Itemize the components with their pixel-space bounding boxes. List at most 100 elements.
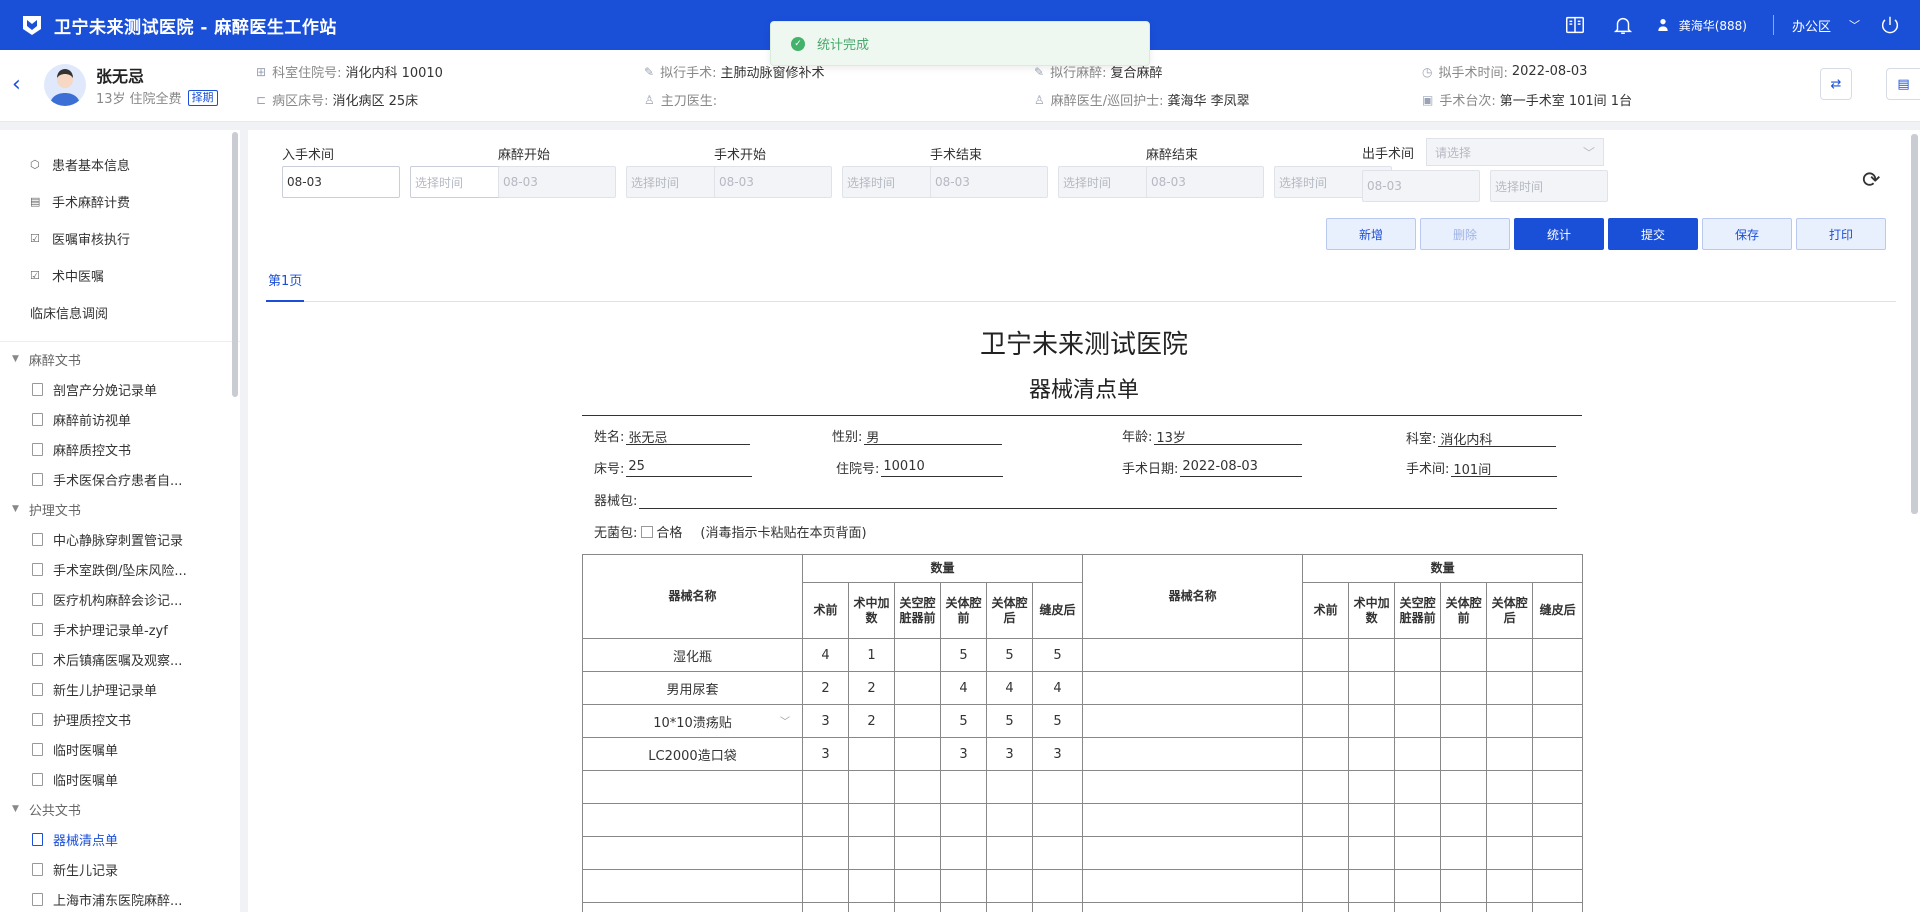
qty-cell[interactable] (1532, 671, 1584, 705)
qty-cell[interactable] (1532, 638, 1584, 672)
instrument-name-cell[interactable]: LC2000造口袋 (582, 737, 803, 771)
instrument-name-cell[interactable]: 湿化瓶 (582, 638, 803, 672)
qty-cell[interactable] (986, 869, 1033, 903)
qty-cell[interactable] (1532, 902, 1584, 912)
qty-cell[interactable] (894, 737, 941, 771)
sidebar-doc-item[interactable]: 手术医保合疗患者自... (0, 464, 240, 494)
sidebar-doc-item[interactable]: 新生儿护理记录单 (0, 674, 240, 704)
sidebar-doc-item[interactable]: 剖宫产分娩记录单 (0, 374, 240, 404)
qty-cell[interactable] (940, 902, 987, 912)
sidebar-item-1[interactable]: ▤ 手术麻醉计费 (0, 183, 240, 220)
qty-cell[interactable] (1486, 803, 1534, 837)
chevron-down-icon[interactable]: ﹀ (780, 713, 790, 728)
instrument-name-cell[interactable] (1082, 902, 1304, 912)
instrument-name-cell[interactable] (1082, 836, 1304, 870)
qty-cell[interactable] (848, 770, 895, 804)
qty-cell[interactable] (848, 737, 895, 771)
bell-icon[interactable] (1603, 0, 1643, 50)
form-name-value[interactable]: 张无忌 (626, 427, 751, 446)
qty-cell[interactable] (894, 836, 941, 870)
qty-cell[interactable] (848, 869, 895, 903)
instrument-name-cell[interactable] (582, 869, 803, 903)
qty-cell[interactable] (1348, 803, 1396, 837)
qty-cell[interactable] (1348, 770, 1396, 804)
qty-cell[interactable] (1394, 836, 1442, 870)
qty-cell[interactable]: 3 (802, 704, 849, 738)
time-input[interactable]: 选择时间 (1490, 170, 1608, 202)
sidebar-doc-item[interactable]: 麻醉质控文书 (0, 434, 240, 464)
back-arrow-icon[interactable]: ‹ (12, 72, 21, 97)
delete-button[interactable]: 删除 (1420, 218, 1510, 250)
qty-cell[interactable]: 5 (1031, 638, 1084, 672)
patient-card-button[interactable]: ▤ (1886, 68, 1920, 100)
qty-cell[interactable] (1486, 902, 1534, 912)
qty-cell[interactable] (1302, 671, 1350, 705)
sidebar-item-2[interactable]: ☑ 医嘱审核执行 (0, 220, 240, 257)
qty-cell[interactable] (1440, 737, 1488, 771)
qty-cell[interactable] (1031, 803, 1084, 837)
qty-cell[interactable] (894, 803, 941, 837)
sidebar-doc-item[interactable]: 上海市浦东医院麻醉... (0, 884, 240, 912)
instrument-name-cell[interactable] (582, 770, 803, 804)
qty-cell[interactable] (1394, 803, 1442, 837)
qty-cell[interactable] (894, 770, 941, 804)
qty-cell[interactable] (1031, 836, 1084, 870)
instrument-name-cell[interactable] (1082, 638, 1304, 672)
instrument-name-cell[interactable] (1082, 869, 1304, 903)
qty-cell[interactable] (1440, 902, 1488, 912)
form-dept-value[interactable]: 消化内科 (1438, 429, 1557, 448)
qty-cell[interactable] (1348, 737, 1396, 771)
qty-cell[interactable] (1302, 836, 1350, 870)
book-icon[interactable] (1555, 0, 1595, 50)
tab-page-1[interactable]: 第1页 (266, 270, 305, 302)
qty-cell[interactable] (1348, 671, 1396, 705)
qty-cell[interactable] (894, 902, 941, 912)
instrument-name-cell[interactable] (582, 803, 803, 837)
qty-cell[interactable] (986, 770, 1033, 804)
sidebar-group[interactable]: ▼ 麻醉文书 (0, 344, 240, 374)
qty-cell[interactable] (1348, 836, 1396, 870)
sidebar-scrollbar[interactable] (232, 132, 238, 397)
qty-cell[interactable] (1532, 869, 1584, 903)
qty-cell[interactable]: 3 (802, 737, 849, 771)
qty-cell[interactable]: 3 (940, 737, 987, 771)
form-bed-value[interactable]: 25 (626, 459, 753, 477)
power-icon[interactable] (1870, 0, 1910, 50)
sidebar-item-3[interactable]: ☑ 术中医嘱 (0, 257, 240, 294)
add-button[interactable]: 新增 (1326, 218, 1416, 250)
qty-cell[interactable] (1031, 869, 1084, 903)
qty-cell[interactable] (1031, 902, 1084, 912)
sidebar-doc-item[interactable]: 医疗机构麻醉会诊记... (0, 584, 240, 614)
qty-cell[interactable] (1302, 704, 1350, 738)
qty-cell[interactable] (1440, 671, 1488, 705)
print-button[interactable]: 打印 (1796, 218, 1886, 250)
qty-cell[interactable] (1394, 638, 1442, 672)
qty-cell[interactable] (1302, 902, 1350, 912)
sidebar-doc-item[interactable]: 临时医嘱单 (0, 764, 240, 794)
out-room-select[interactable]: 请选择 ﹀ (1426, 138, 1605, 166)
qty-cell[interactable]: 5 (940, 638, 987, 672)
qty-cell[interactable] (894, 638, 941, 672)
qty-cell[interactable] (940, 869, 987, 903)
instrument-name-cell[interactable] (1082, 803, 1304, 837)
date-input[interactable]: 08-03 (1146, 166, 1264, 198)
qty-cell[interactable] (802, 869, 849, 903)
qty-cell[interactable] (1532, 836, 1584, 870)
submit-button[interactable]: 提交 (1608, 218, 1698, 250)
qty-cell[interactable] (1348, 638, 1396, 672)
qty-cell[interactable]: 5 (1031, 704, 1084, 738)
qty-cell[interactable] (986, 902, 1033, 912)
qty-cell[interactable] (802, 836, 849, 870)
instrument-name-cell[interactable] (582, 836, 803, 870)
sidebar-doc-item[interactable]: 护理质控文书 (0, 704, 240, 734)
qty-cell[interactable] (1394, 869, 1442, 903)
sidebar-item-4[interactable]: 临床信息调阅 (0, 294, 240, 331)
qty-cell[interactable] (940, 770, 987, 804)
sidebar-doc-item[interactable]: 临时医嘱单 (0, 734, 240, 764)
form-age-value[interactable]: 13岁 (1154, 427, 1303, 446)
instrument-name-cell[interactable] (582, 902, 803, 912)
qty-cell[interactable] (1532, 704, 1584, 738)
save-button[interactable]: 保存 (1702, 218, 1792, 250)
instrument-name-cell[interactable]: 10*10溃疡贴 ﹀ (582, 704, 803, 738)
date-input[interactable]: 08-03 (1362, 170, 1480, 202)
